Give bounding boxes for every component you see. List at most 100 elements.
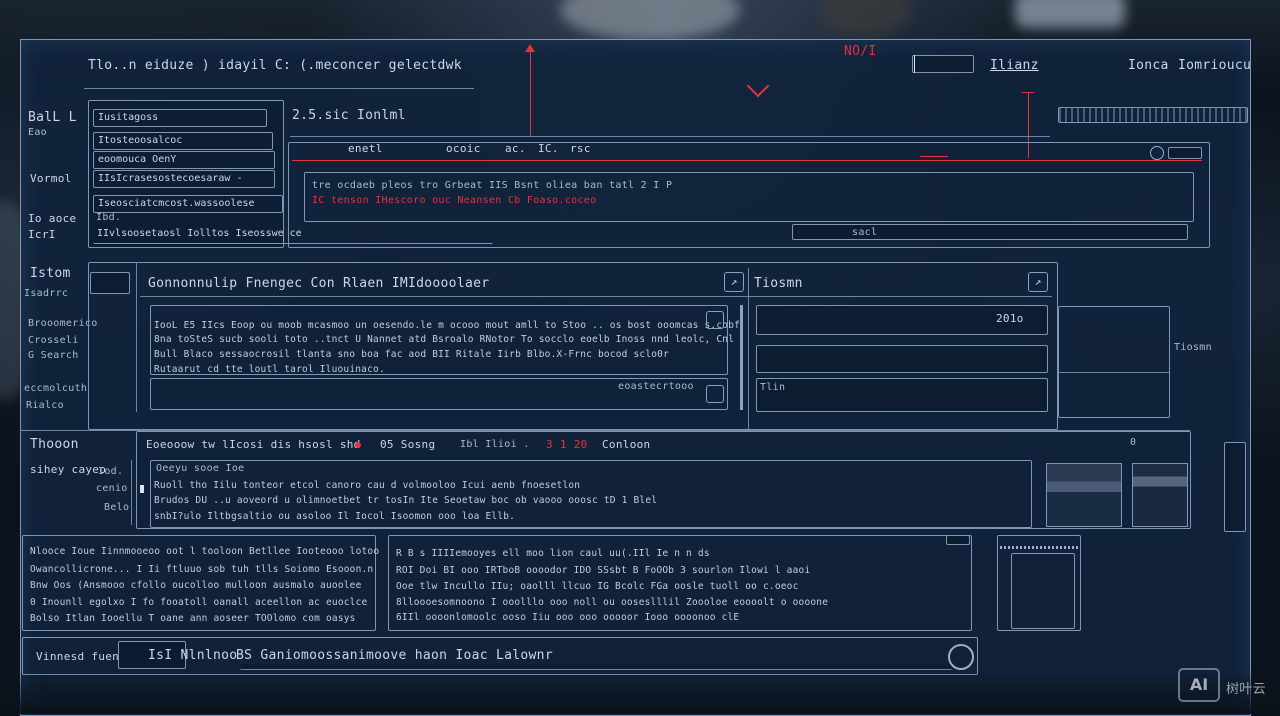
left-label-12: Rialco: [26, 400, 64, 411]
mid-text-scroll-icon[interactable]: [706, 311, 724, 329]
status-indicator: 0: [1130, 437, 1137, 448]
left-label-14: sihey cayeo: [30, 463, 107, 476]
left-label-1: BalL L: [28, 110, 77, 125]
red-dot-icon: [355, 442, 361, 448]
header-input-field[interactable]: [912, 55, 974, 73]
left-label-13: Thooon: [30, 437, 79, 452]
red-arrow-up: [530, 48, 531, 136]
watermark-text: 树叶云: [1226, 682, 1266, 697]
left-label-3: Vormol: [30, 172, 72, 185]
detail-side-label: Iod.: [98, 466, 124, 477]
top-info-text: 2.5.sic Ionlml: [292, 108, 406, 123]
detail-bullet-icon: [140, 485, 144, 493]
top-divider: [290, 136, 1050, 137]
mid-text-line: IooL E5 IIcs Eoop ou moob mcasmoo un oes…: [154, 320, 741, 331]
settings-toggle-icon[interactable]: [1150, 146, 1164, 160]
thumbnail-header-line: [1000, 546, 1078, 549]
mid-side-bar: [740, 305, 743, 410]
dropdown-item[interactable]: eoomouca OenY: [93, 151, 275, 169]
status-col-3: Ibl Ilioi .: [460, 439, 530, 450]
mid-header-divider: [140, 296, 1052, 297]
watermark-badge: AI: [1178, 668, 1220, 702]
background-blur-plate: [1015, 0, 1125, 28]
mid-section-title: Gonnonnulip Fnengec Con Rlaen IMIdoooola…: [148, 276, 490, 291]
mid-col-divider: [748, 268, 749, 430]
mid-text-line: Bull Blaco sessaocrosil tlanta sno boa f…: [154, 349, 669, 360]
bottom-mid-line: Ooe tlw Incullo IIu; oaolll llcuo IG Bco…: [396, 581, 799, 592]
bottom-mid-line: 6IIl oooonlomoolc ooso Iiu ooo ooo ooooo…: [396, 612, 740, 623]
status-col-1: Eoeooow tw lIcosi dis hsosl shd: [146, 438, 361, 451]
footer-round-button[interactable]: [948, 644, 974, 670]
detail-header: Oeeyu sooe Ioe: [156, 463, 245, 474]
title-underline: [84, 88, 474, 89]
thumbnail-inner: [1011, 553, 1075, 629]
left-label-5: IcrI: [28, 228, 56, 241]
right-side-label: Tiosmn: [1174, 342, 1212, 353]
swatch-slate[interactable]: [1132, 463, 1188, 527]
left-label-7: Isadrrc: [24, 288, 69, 299]
left-label-9: Crosseli: [28, 335, 79, 346]
mid-footer-icon[interactable]: [706, 385, 724, 403]
header-link-2[interactable]: Iomrioucu: [1178, 58, 1251, 73]
bottom-mid-line: ROI Doi BI ooo IRTboB oooodor IDO SSsbt …: [396, 565, 811, 576]
bottom-left-line: Bnw Oos (Ansmooo cfollo oucolloo mulloon…: [30, 580, 362, 591]
dropdown-item-label[interactable]: Ibd.: [96, 212, 121, 223]
status-col-4: 3 1 20: [546, 438, 588, 451]
mid-right-title: Tiosmn: [754, 276, 803, 291]
header-link-1[interactable]: Ionca: [1128, 58, 1169, 73]
left-label-4: Io aoce: [28, 212, 77, 225]
red-status-label: NO/I: [844, 44, 877, 59]
header-name-label: Ilianz: [990, 58, 1039, 73]
message-line-white: tre ocdaeb pleos tro Grbeat IIS Bsnt oli…: [312, 180, 673, 191]
bottom-left-line: 0 Inounll egolxo I fo fooatoll oanall ac…: [30, 597, 368, 608]
dropdown-item[interactable]: IIsIcrasesostecoesaraw -: [93, 170, 275, 188]
left-label-11: eccmolcuth: [24, 383, 88, 394]
left-label-2: Eao: [28, 127, 47, 138]
bottom-left-line: Bolso Itlan Iooellu T oane ann aoseer TO…: [30, 613, 356, 624]
mid-expand-icon[interactable]: ↗: [724, 272, 744, 292]
mid-text-line: 8na toSteS sucb sooli toto ..tnct U Nann…: [154, 334, 735, 345]
right-side-panel: [1058, 306, 1170, 418]
message-line-red: IC tenson IHescoro ouc Neansen Cb Foaso.…: [312, 195, 597, 206]
detail-line: snbI?ulo Iltbgsaltio ou asoloo Il Iocol …: [154, 511, 516, 522]
mid-left-tab[interactable]: [90, 272, 130, 294]
right-edge-strip: [1224, 442, 1246, 532]
mid-right-expand-icon[interactable]: ↗: [1028, 272, 1048, 292]
detail-side-label: Belo: [104, 502, 130, 513]
mid-text-line: Rutaarut cd tte loutl tarol Iluouinaco.: [154, 364, 385, 375]
dropdown-item[interactable]: Iusitagoss: [93, 109, 267, 127]
status-col-2: 05 Sosng: [380, 438, 436, 451]
detail-side-divider: [131, 460, 132, 525]
bottom-mid-line: R B s IIIIemooyes ell moo lion caul uu(.…: [396, 548, 710, 559]
window-title: Tlo..n eiduze ) idayil C: (.meconcer gel…: [88, 58, 462, 73]
mid-input-2[interactable]: [756, 345, 1048, 373]
right-side-divider: [1058, 372, 1170, 373]
bottom-mid-tab[interactable]: [946, 535, 970, 545]
swatch-dark-blue[interactable]: [1046, 463, 1122, 527]
dropdown-item[interactable]: Itosteoosalcoc: [93, 132, 273, 150]
left-label-6: Istom: [30, 266, 71, 281]
bottom-left-line: Owancollicrone... I Ii ftluuo sob tuh tl…: [30, 564, 374, 575]
mid-side-item: Tlin: [760, 382, 786, 393]
footer-text: BS Ganiomoossanimoove haon Ioac Lalownr: [236, 648, 553, 663]
dropdown-item[interactable]: Iseosciatcmcost.wassoolese: [93, 195, 283, 213]
mid-text-footer-label: eoastecrtooo: [618, 381, 694, 392]
bottom-mid-line: 8lloooesomnoono I ooolllo ooo noll ou oo…: [396, 597, 829, 608]
red-highlight-line: [292, 160, 1202, 161]
detail-line: Ruoll tho Iilu tonteor etcol canoro cau …: [154, 480, 581, 491]
left-label-10: G Search: [28, 350, 79, 361]
red-arrow-head-icon: [525, 44, 535, 52]
bottom-fade: [0, 670, 1280, 714]
status-col-5: Conloon: [602, 438, 651, 451]
detail-line: Brudos DU ..u aoveord u olimnoetbet tr t…: [154, 495, 658, 506]
mid-input-3[interactable]: [756, 378, 1048, 412]
top-small-field[interactable]: [1168, 147, 1202, 159]
footer-left-label: IsI Nlnlnoo: [148, 648, 238, 663]
detail-side-label: cenio: [96, 483, 128, 494]
bottom-left-line: Nlooce Ioue Iinnmooeoo oot l tooloon Bet…: [30, 546, 380, 557]
right-scale-field[interactable]: [1058, 107, 1248, 123]
message-search-hint: sacl: [852, 227, 878, 238]
mid-left-divider: [136, 262, 137, 412]
mid-input-1-value: 201o: [996, 312, 1024, 325]
header-input-cursor: [914, 55, 915, 73]
